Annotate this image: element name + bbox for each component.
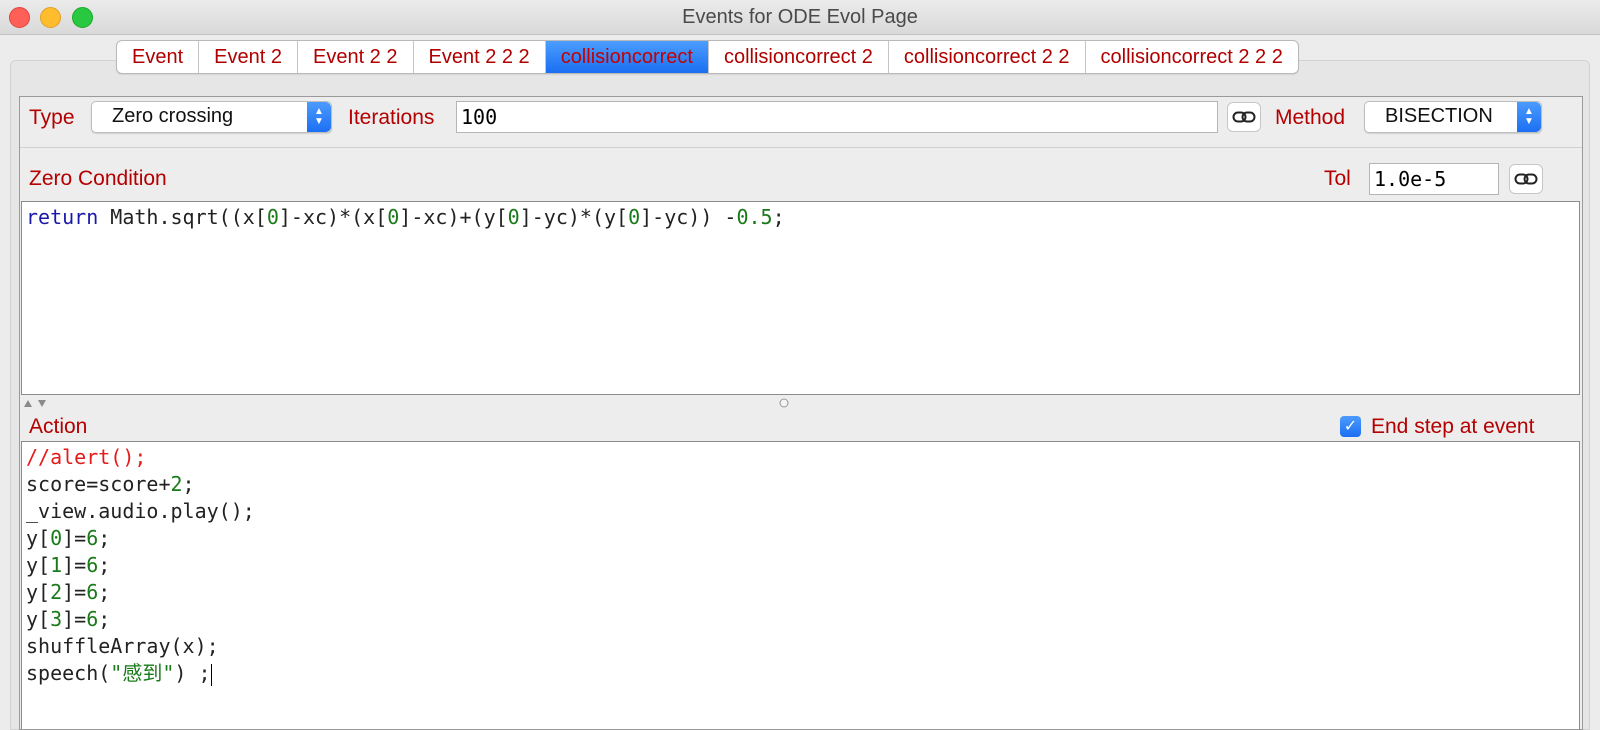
- code-line: y[2]=6;: [26, 579, 1575, 606]
- action-code-editor[interactable]: //alert(); score=score+2; _view.audio.play…: [21, 441, 1580, 729]
- event-editor-panel: Type Zero crossing ▲ ▼ Iterations 100 Met…: [19, 96, 1583, 730]
- code-text: Math.sqrt((x[: [98, 205, 267, 229]
- code-number: 6: [86, 526, 99, 550]
- code-text: ]=: [62, 526, 87, 550]
- code-line: y[3]=6;: [26, 606, 1575, 633]
- code-number: 6: [86, 607, 99, 631]
- tab-event-2-2-2[interactable]: Event 2 2 2: [414, 41, 546, 73]
- tab-event-2[interactable]: Event 2: [199, 41, 298, 73]
- code-number: 0.5: [736, 205, 773, 229]
- code-text: ;: [98, 553, 111, 577]
- tol-input[interactable]: 1.0e-5: [1369, 163, 1499, 195]
- method-select-value: BISECTION: [1385, 105, 1493, 127]
- method-select[interactable]: BISECTION ▲ ▼: [1364, 101, 1542, 133]
- tab-collisioncorrect[interactable]: collisioncorrect: [545, 41, 709, 73]
- code-line: speech("感到") ;: [26, 660, 1575, 687]
- code-line: y[1]=6;: [26, 552, 1575, 579]
- code-text: ]-yc)) -: [640, 205, 737, 229]
- window-titlebar: Events for ODE Evol Page: [0, 0, 1600, 35]
- code-number: 3: [50, 607, 63, 631]
- check-icon: ✓: [1343, 418, 1358, 435]
- code-number: 0: [50, 526, 63, 550]
- code-number: 6: [86, 553, 99, 577]
- tab-collisioncorrect-2-2-2[interactable]: collisioncorrect 2 2 2: [1086, 41, 1298, 73]
- tab-event-2-2[interactable]: Event 2 2: [298, 41, 414, 73]
- code-text: ) ;: [174, 661, 211, 685]
- code-text: y[: [26, 553, 51, 577]
- iterations-input[interactable]: 100: [456, 101, 1218, 133]
- code-line: _view.audio.play();: [26, 499, 255, 523]
- code-number: 2: [50, 580, 63, 604]
- code-text: y[: [26, 580, 51, 604]
- code-line: y[0]=6;: [26, 525, 1575, 552]
- code-text: ]=: [62, 607, 87, 631]
- link-icon: [1514, 173, 1538, 185]
- code-number: 0: [387, 205, 400, 229]
- tab-collisioncorrect-2[interactable]: collisioncorrect 2: [709, 41, 889, 73]
- zero-condition-label: Zero Condition: [29, 167, 167, 190]
- code-text: ;: [772, 205, 785, 229]
- code-text: score=score+: [26, 472, 171, 496]
- code-number: 6: [86, 580, 99, 604]
- code-text: y[: [26, 607, 51, 631]
- tab-event[interactable]: Event: [117, 41, 200, 73]
- code-text: ;: [98, 607, 111, 631]
- code-number: 2: [170, 472, 183, 496]
- window-title: Events for ODE Evol Page: [682, 6, 918, 28]
- code-string: "感到": [110, 661, 175, 685]
- method-label: Method: [1275, 106, 1346, 129]
- code-line: score=score+2;: [26, 471, 1575, 498]
- tol-link-button[interactable]: [1509, 164, 1543, 194]
- code-text: ]-yc)*(y[: [519, 205, 629, 229]
- code-text: ]=: [62, 553, 87, 577]
- code-text: ;: [98, 526, 111, 550]
- code-text: ]-xc)*(x[: [278, 205, 388, 229]
- iterations-label: Iterations: [348, 106, 435, 129]
- code-number: 0: [628, 205, 641, 229]
- code-text: ]-xc)+(y[: [399, 205, 508, 229]
- divider: [20, 147, 1582, 148]
- iterations-link-button[interactable]: [1227, 102, 1261, 132]
- split-arrows-icon: [24, 400, 46, 407]
- drag-handle-icon: [779, 398, 789, 408]
- end-step-label: End step at event: [1371, 415, 1535, 438]
- code-text: ;: [98, 580, 111, 604]
- link-icon: [1232, 111, 1256, 123]
- code-text: ;: [182, 472, 195, 496]
- code-line: shuffleArray(x);: [26, 634, 219, 658]
- zero-condition-editor[interactable]: return Math.sqrt((x[0]-xc)*(x[0]-xc)+(y[…: [21, 201, 1580, 395]
- chevron-updown-icon: ▲ ▼: [1517, 102, 1541, 132]
- tol-label: Tol: [1324, 167, 1351, 190]
- end-step-checkbox[interactable]: ✓: [1340, 416, 1361, 437]
- code-number: 0: [507, 205, 520, 229]
- type-label: Type: [29, 106, 75, 129]
- code-keyword: return: [26, 205, 99, 229]
- code-line: //alert();: [26, 445, 147, 469]
- code-text: y[: [26, 526, 51, 550]
- code-number: 0: [266, 205, 279, 229]
- code-number: 1: [50, 553, 63, 577]
- tab-collisioncorrect-2-2[interactable]: collisioncorrect 2 2: [889, 41, 1086, 73]
- chevron-updown-icon: ▲ ▼: [307, 102, 331, 132]
- type-select-value: Zero crossing: [112, 105, 234, 127]
- type-select[interactable]: Zero crossing ▲ ▼: [91, 101, 332, 133]
- text-caret: [210, 663, 212, 686]
- code-text: ]=: [62, 580, 87, 604]
- action-label: Action: [29, 415, 88, 438]
- split-pane-divider[interactable]: [20, 395, 1582, 411]
- event-tabs: Event Event 2 Event 2 2 Event 2 2 2 coll…: [116, 40, 1299, 74]
- code-text: speech(: [26, 661, 111, 685]
